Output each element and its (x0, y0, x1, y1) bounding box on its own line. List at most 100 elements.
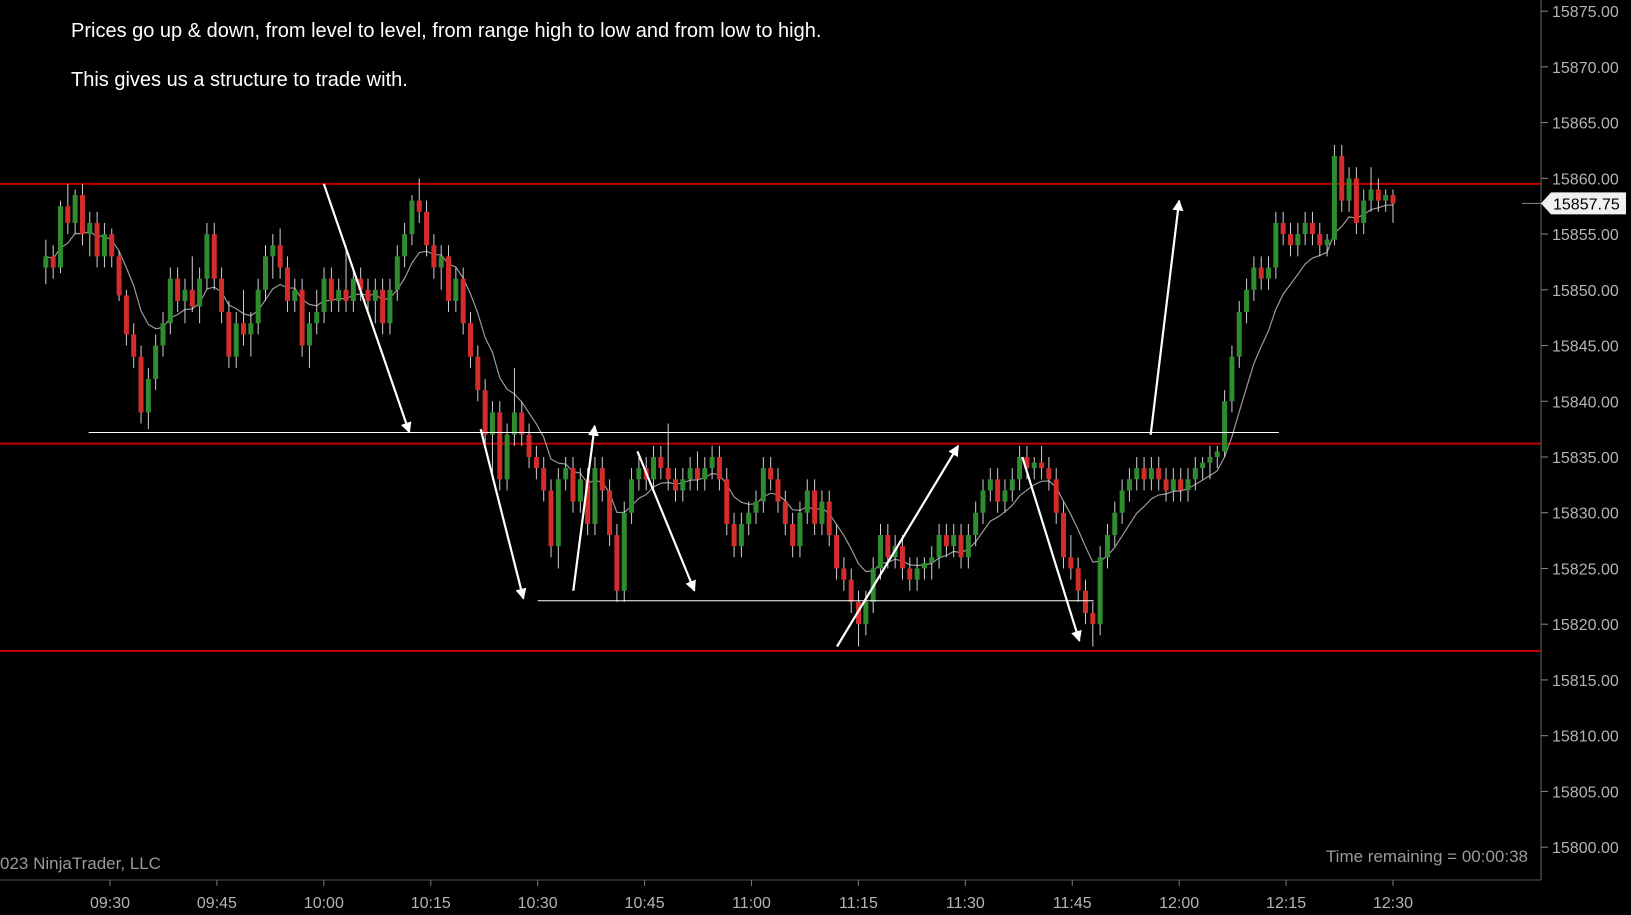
candle-body (877, 535, 883, 569)
candle-body (1368, 189, 1374, 201)
candle-body (1068, 557, 1074, 569)
candle-body (446, 256, 452, 301)
candle-body (211, 234, 217, 279)
candle-body (109, 234, 115, 257)
candles (43, 144, 1396, 647)
candle-body (848, 579, 854, 602)
candle-body (57, 206, 63, 268)
candle-body (292, 289, 298, 301)
candle-body (548, 490, 554, 547)
price-tick-label: 15865.00 (1552, 116, 1619, 133)
candle-body (409, 200, 415, 235)
candle-body (1126, 479, 1132, 491)
candle-body (145, 378, 151, 413)
candle-body (804, 490, 810, 513)
candle-body (958, 535, 964, 558)
price-tick-label: 15875.00 (1552, 4, 1619, 21)
price-tick-label: 15825.00 (1552, 561, 1619, 578)
candle-body (204, 234, 210, 279)
price-tick-label: 15820.00 (1552, 617, 1619, 634)
candle-body (1192, 468, 1198, 480)
price-tick-label: 15815.00 (1552, 673, 1619, 690)
candle-body (123, 295, 129, 335)
candle-body (1002, 490, 1008, 502)
candle-body (262, 256, 268, 290)
candle-body (533, 457, 539, 469)
candle-body (350, 278, 356, 301)
candle-body (424, 211, 430, 246)
price-tick-label: 15840.00 (1552, 394, 1619, 411)
candle-body (1134, 468, 1140, 480)
candle-body (482, 390, 488, 435)
candle-body (1163, 479, 1169, 491)
time-axis: 09:30 09:45 10:00 10:15 10:30 10:45 11:00 11:15… (0, 879, 1541, 912)
candle-body (431, 245, 437, 268)
candle-body (1119, 490, 1125, 513)
candle-body (570, 468, 576, 502)
time-remaining-text: Time remaining = 00:00:38 (1326, 847, 1528, 866)
candle-body (1295, 234, 1301, 246)
copyright-text: 023 NinjaTrader, LLC (0, 854, 161, 873)
price-tick-label: 15800.00 (1552, 840, 1619, 857)
candle-body (1383, 195, 1389, 201)
horizontal-levels (0, 182, 1541, 652)
time-tick-label: 10:45 (625, 895, 665, 912)
candle-body (197, 278, 203, 307)
candle-body (614, 535, 620, 591)
candle-body (182, 289, 188, 301)
candle-body (819, 501, 825, 524)
candle-body (973, 512, 979, 536)
candle-body (936, 535, 942, 558)
candle-body (460, 278, 466, 324)
candle-body (607, 490, 613, 536)
candle-body (672, 479, 678, 491)
candle-body (929, 557, 935, 563)
candle-body (402, 234, 408, 257)
candle-body (1009, 479, 1015, 491)
candle-body (131, 334, 137, 357)
price-chart[interactable]: 15800.00 15805.00 15810.00 15815.00 15820.00… (0, 0, 1631, 915)
candle-body (1207, 457, 1213, 463)
annotation-line-2: This gives us a structure to trade with. (71, 69, 408, 91)
candle-body (577, 479, 583, 502)
time-tick-label: 11:30 (946, 895, 985, 912)
candle-body (1178, 479, 1184, 491)
candle-body (636, 468, 642, 480)
candle-body (101, 234, 107, 257)
price-tick-label: 15860.00 (1552, 171, 1619, 188)
candle-body (255, 289, 261, 324)
price-tick-label: 15810.00 (1552, 729, 1619, 746)
candle-body (863, 601, 869, 625)
candle-body (782, 501, 788, 524)
candle-body (328, 278, 334, 301)
price-tick-label: 15845.00 (1552, 339, 1619, 356)
candle-body (94, 222, 100, 257)
candle-body (980, 490, 986, 513)
candle-body (343, 289, 349, 301)
candle-body (1309, 222, 1315, 235)
candle-body (365, 289, 371, 301)
candle-body (233, 323, 239, 357)
candle-body (226, 312, 232, 357)
candle-body (914, 568, 920, 580)
time-tick-label: 11:15 (839, 895, 878, 912)
candle-body (79, 195, 85, 235)
candle-body (687, 468, 693, 480)
candle-body (1287, 234, 1293, 246)
candle-body (1280, 222, 1286, 235)
candle-body (65, 206, 71, 223)
candle-body (1053, 479, 1059, 513)
time-tick-label: 12:30 (1373, 895, 1413, 912)
candle-body (709, 457, 715, 469)
candle-body (746, 512, 752, 524)
candle-body (475, 356, 481, 391)
candle-body (812, 490, 818, 524)
arrow (572, 424, 599, 591)
candle-body (248, 323, 254, 335)
candle-body (899, 546, 905, 569)
candle-body (768, 468, 774, 480)
candle-body (1170, 479, 1176, 491)
candle-body (299, 289, 305, 346)
price-tick-label: 15855.00 (1552, 227, 1619, 244)
candle-body (1112, 512, 1118, 536)
